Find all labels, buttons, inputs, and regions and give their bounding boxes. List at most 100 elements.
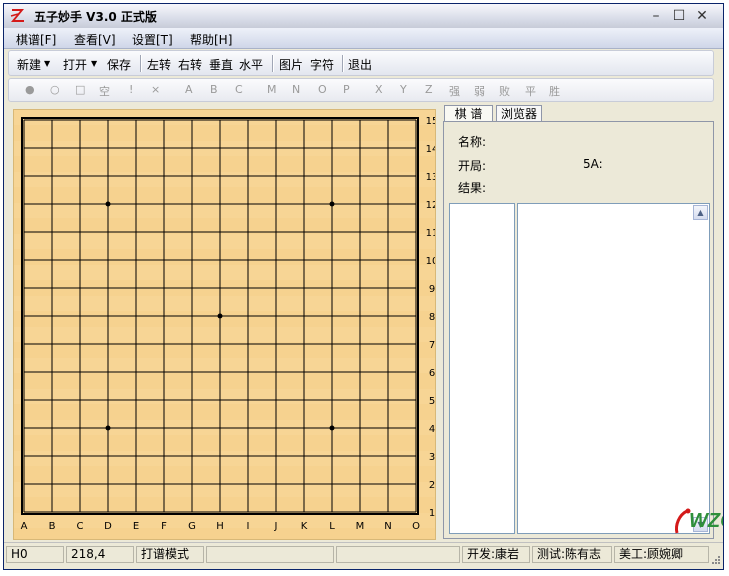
window-title: 五子妙手 V3.0 正式版	[34, 10, 157, 24]
new-dropdown-icon[interactable]: ▼	[44, 59, 50, 68]
new-button[interactable]: 新建	[17, 56, 41, 73]
eval-win[interactable]: 胜	[549, 83, 560, 99]
mark-y[interactable]: Y	[400, 83, 407, 96]
result-label: 结果:	[458, 181, 487, 195]
status-bar: H0 218,4 打谱模式 开发:康岩 测试:陈有志 美工:顾婉卿	[4, 542, 723, 567]
status-coords: 218,4	[66, 546, 134, 563]
mark-n[interactable]: N	[292, 83, 300, 96]
menu-help[interactable]: 帮助[H]	[190, 31, 232, 48]
open-dropdown-icon[interactable]: ▼	[91, 59, 97, 68]
row-label: 12	[426, 200, 435, 211]
star-point	[329, 425, 335, 431]
minimize-button[interactable]: –	[646, 7, 666, 25]
svg-text:WZQ: WZQ	[689, 510, 724, 532]
wood-grain	[14, 172, 435, 187]
mark-o[interactable]: O	[318, 83, 327, 96]
menu-view[interactable]: 查看[V]	[74, 31, 116, 48]
toolbar-separator	[140, 55, 142, 72]
tab-browser[interactable]: 浏览器	[496, 105, 542, 121]
column-label: K	[301, 521, 308, 532]
scroll-up-icon[interactable]: ▲	[693, 205, 708, 220]
black-stone-tool-icon[interactable]: ●	[25, 83, 35, 96]
eval-draw[interactable]: 平	[525, 83, 536, 99]
column-label: E	[133, 521, 139, 532]
open-button[interactable]: 打开	[63, 56, 87, 73]
wood-grain	[14, 451, 435, 466]
row-label: 10	[426, 256, 435, 267]
status-developer: 开发:康岩	[462, 546, 530, 563]
column-label: B	[49, 521, 56, 532]
column-label: J	[274, 521, 278, 532]
square-mark-tool-icon[interactable]: □	[75, 83, 85, 96]
status-mode: 打谱模式	[136, 546, 204, 563]
cross-tool-icon[interactable]: ×	[151, 83, 160, 96]
column-label: D	[104, 521, 112, 532]
name-label: 名称:	[458, 135, 487, 149]
eval-weak[interactable]: 弱	[474, 83, 485, 99]
wood-grain	[14, 203, 435, 218]
move-list[interactable]	[449, 203, 515, 534]
title-bar[interactable]: 五子妙手 V3.0 正式版 – ☐ ✕	[4, 4, 723, 29]
exclaim-tool-icon[interactable]: !	[129, 83, 133, 96]
menu-settings[interactable]: 设置[T]	[132, 31, 173, 48]
maximize-button[interactable]: ☐	[669, 7, 689, 25]
column-label: F	[161, 521, 167, 532]
status-tester: 测试:陈有志	[532, 546, 612, 563]
row-label: 11	[426, 228, 435, 239]
column-label: N	[384, 521, 391, 532]
mark-x[interactable]: X	[375, 83, 383, 96]
row-label: 1	[429, 508, 435, 519]
toolbar-separator	[272, 55, 274, 72]
mark-b[interactable]: B	[210, 83, 218, 96]
text-button[interactable]: 字符	[310, 56, 334, 73]
row-label: 7	[429, 340, 435, 351]
flip-horizontal-button[interactable]: 水平	[239, 56, 263, 73]
mark-m[interactable]: M	[267, 83, 277, 96]
menu-game-record[interactable]: 棋谱[F]	[16, 31, 56, 48]
flip-vertical-button[interactable]: 垂直	[209, 56, 233, 73]
star-point	[329, 201, 335, 207]
gomoku-board-frame: A B C D E F G H I J K L M N O 15 14 13 12 11 10 9 8 7 6 5 4 3 2 1	[13, 109, 436, 540]
comment-box[interactable]: ▲ ▼ WZQ .COM	[517, 203, 723, 534]
rotate-right-button[interactable]: 右转	[178, 56, 202, 73]
wood-grain	[14, 389, 435, 404]
rotate-left-button[interactable]: 左转	[147, 56, 171, 73]
row-label: 6	[429, 368, 435, 379]
white-stone-tool-icon[interactable]: ○	[50, 83, 60, 96]
mark-p[interactable]: P	[343, 83, 350, 96]
close-button[interactable]: ✕	[692, 7, 712, 25]
wood-grain	[14, 296, 435, 311]
status-move: H0	[6, 546, 64, 563]
column-label: H	[216, 521, 224, 532]
column-label: G	[188, 521, 196, 532]
save-button[interactable]: 保存	[107, 56, 131, 73]
image-button[interactable]: 图片	[279, 56, 303, 73]
main-window: 五子妙手 V3.0 正式版 – ☐ ✕ 棋谱[F] 查看[V] 设置[T] 帮助…	[3, 3, 724, 570]
marker-toolbar: ● ○ □ 空 ! × A B C M N O P X Y Z 强 弱 败 平 …	[8, 78, 714, 102]
resize-grip-icon[interactable]	[711, 555, 721, 565]
tab-game-record[interactable]: 棋 谱	[444, 105, 493, 121]
column-label: L	[329, 521, 335, 532]
eval-strong[interactable]: 强	[449, 83, 460, 99]
menu-bar: 棋谱[F] 查看[V] 设置[T] 帮助[H]	[4, 28, 723, 49]
wood-grain	[14, 327, 435, 342]
row-label: 5	[429, 396, 435, 407]
gomoku-board[interactable]: A B C D E F G H I J K L M N O 15 14 13 12 11 10 9 8 7 6 5 4 3 2 1	[14, 110, 435, 539]
row-label: 8	[429, 312, 435, 323]
column-label: I	[247, 521, 250, 532]
main-toolbar: 新建 ▼ 打开 ▼ 保存 左转 右转 垂直 水平 图片 字符 退出	[8, 50, 714, 76]
column-label: M	[356, 521, 365, 532]
fiveA-label: 5A:	[583, 157, 603, 171]
eval-lose[interactable]: 败	[499, 83, 510, 99]
wood-grain	[14, 358, 435, 373]
star-point	[105, 425, 111, 431]
exit-button[interactable]: 退出	[348, 56, 372, 73]
status-empty	[336, 546, 460, 563]
wood-grain	[14, 265, 435, 280]
empty-tool[interactable]: 空	[99, 83, 110, 99]
mark-c[interactable]: C	[235, 83, 243, 96]
row-label: 9	[429, 284, 435, 295]
mark-a[interactable]: A	[185, 83, 193, 96]
status-empty	[206, 546, 334, 563]
mark-z[interactable]: Z	[425, 83, 433, 96]
